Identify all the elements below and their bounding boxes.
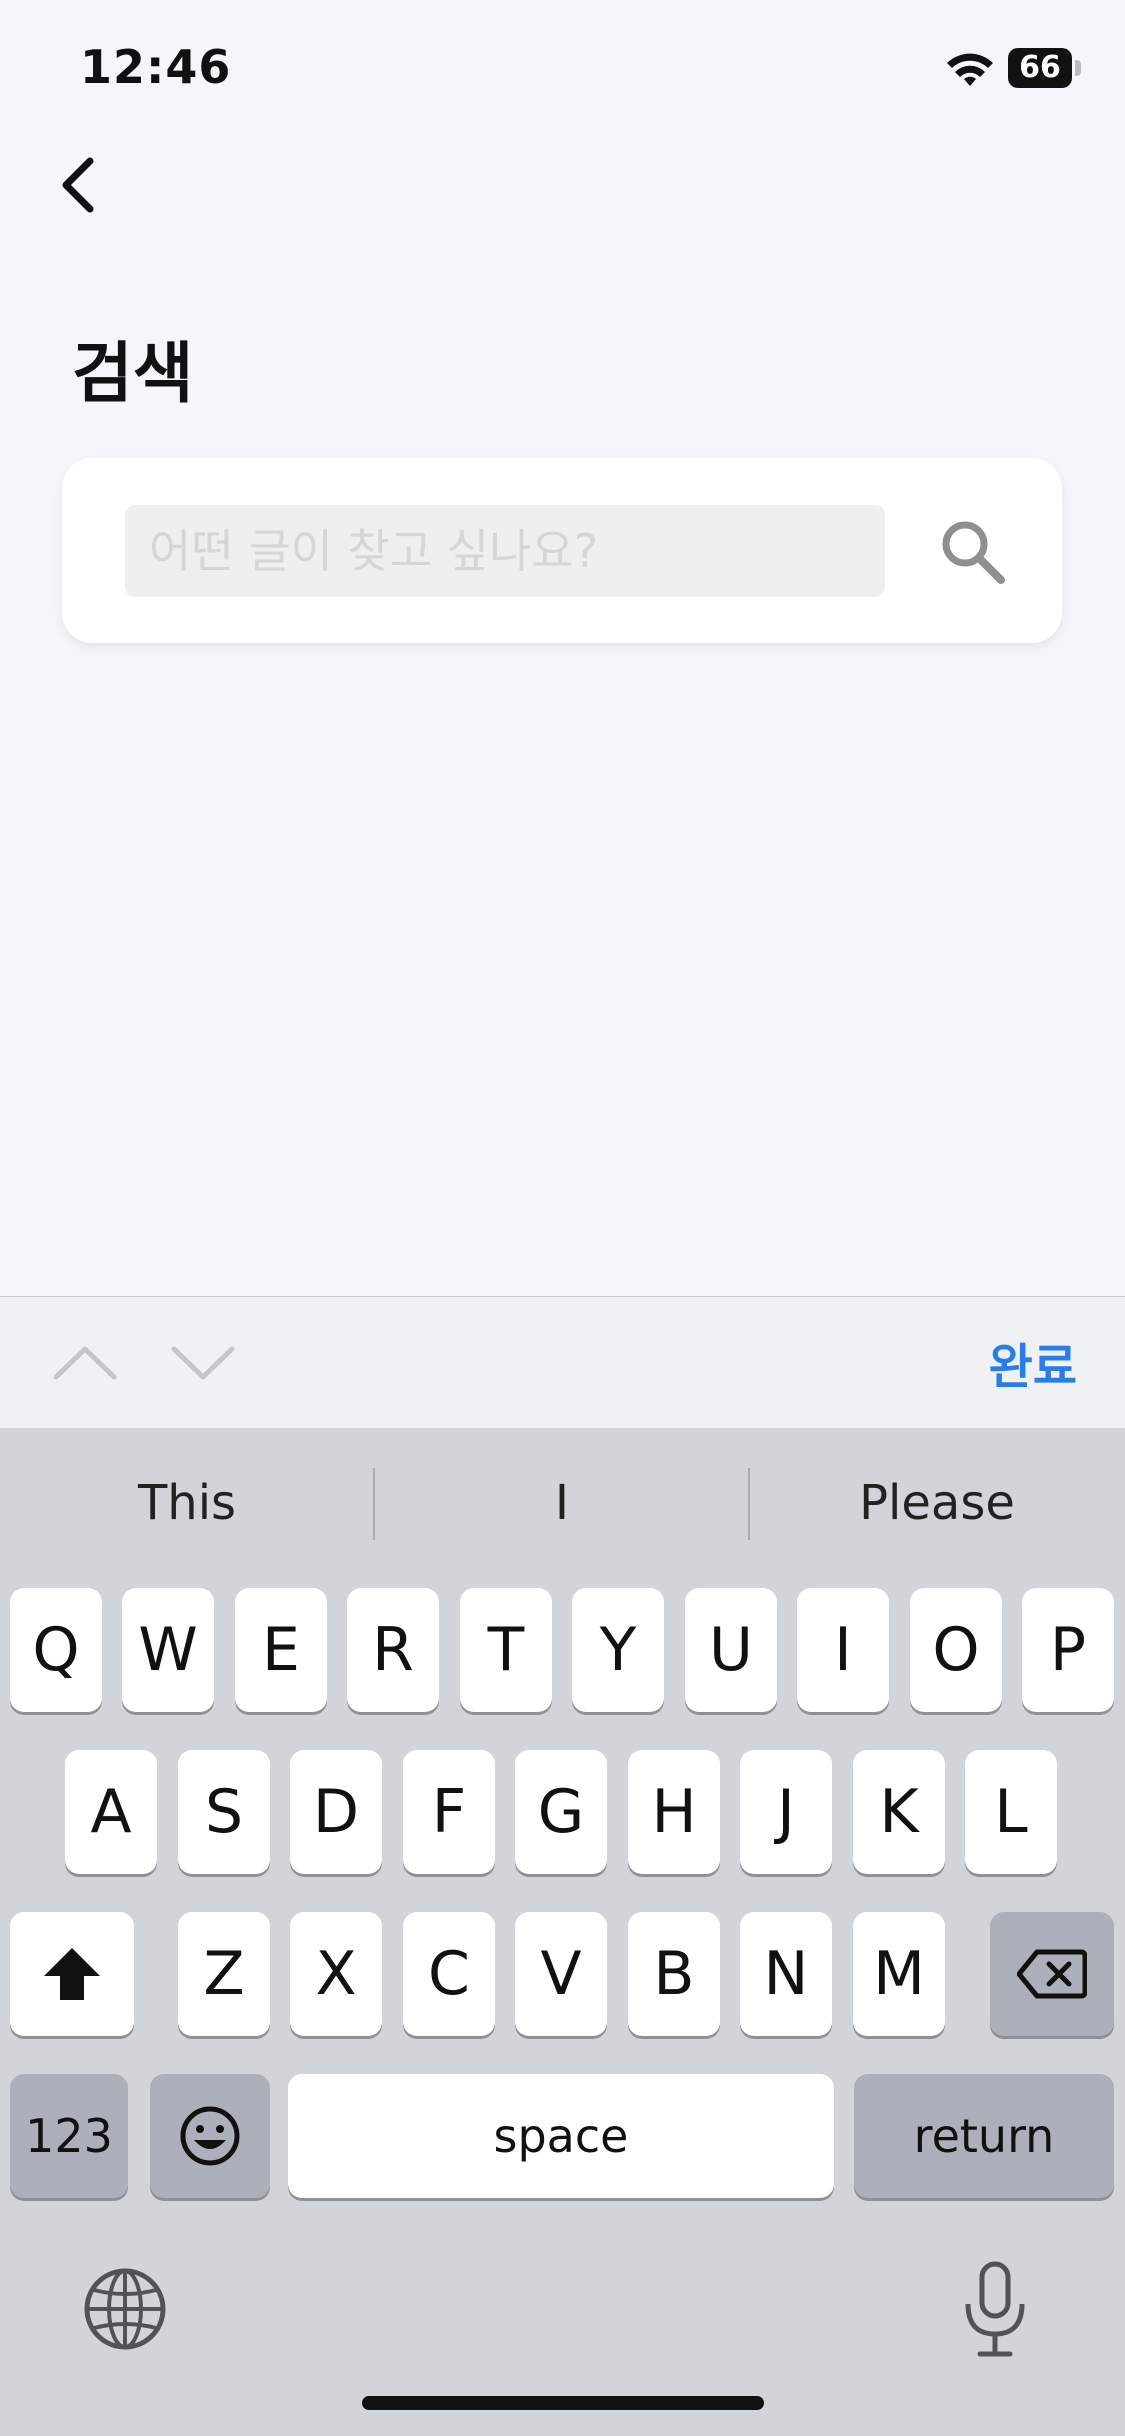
key-i[interactable]: I: [797, 1588, 889, 1712]
battery-tip: [1075, 60, 1081, 76]
key-y[interactable]: Y: [572, 1588, 664, 1712]
key-d[interactable]: D: [290, 1750, 382, 1874]
battery-level: 66: [1019, 50, 1061, 85]
key-h[interactable]: H: [628, 1750, 720, 1874]
keyboard-accessory-bar: 완료: [0, 1296, 1125, 1429]
chevron-down-icon[interactable]: [168, 1337, 238, 1387]
back-button[interactable]: [48, 145, 108, 225]
suggestion-item[interactable]: I: [375, 1428, 749, 1578]
key-t[interactable]: T: [460, 1588, 552, 1712]
key-n[interactable]: N: [740, 1912, 832, 2036]
chevron-left-icon: [62, 157, 94, 213]
key-s[interactable]: S: [178, 1750, 270, 1874]
backspace-key[interactable]: [990, 1912, 1114, 2036]
key-p[interactable]: P: [1022, 1588, 1114, 1712]
key-z[interactable]: Z: [178, 1912, 270, 2036]
home-indicator: [362, 2396, 764, 2410]
suggestion-item[interactable]: This: [0, 1428, 374, 1578]
key-f[interactable]: F: [403, 1750, 495, 1874]
chevron-up-icon[interactable]: [50, 1337, 120, 1387]
search-icon[interactable]: [937, 516, 1009, 588]
status-time: 12:46: [80, 40, 232, 94]
key-v[interactable]: V: [515, 1912, 607, 2036]
globe-icon[interactable]: [82, 2266, 168, 2352]
suggestion-bar: This I Please: [0, 1428, 1125, 1578]
microphone-icon[interactable]: [960, 2260, 1030, 2360]
key-r[interactable]: R: [347, 1588, 439, 1712]
return-key[interactable]: return: [854, 2074, 1114, 2198]
search-card: [62, 458, 1062, 643]
emoji-icon: [180, 2106, 240, 2166]
key-c[interactable]: C: [403, 1912, 495, 2036]
suggestion-item[interactable]: Please: [750, 1428, 1124, 1578]
key-l[interactable]: L: [965, 1750, 1057, 1874]
page-title: 검색: [72, 335, 194, 412]
keyboard: This I Please Q W E R T Y U I O P A S D …: [0, 1428, 1125, 2436]
done-button[interactable]: 완료: [989, 1327, 1077, 1397]
key-k[interactable]: K: [853, 1750, 945, 1874]
key-b[interactable]: B: [628, 1912, 720, 2036]
search-input[interactable]: [125, 505, 885, 597]
numbers-key[interactable]: 123: [10, 2074, 128, 2198]
backspace-icon: [1017, 1949, 1087, 1999]
space-key[interactable]: space: [288, 2074, 834, 2198]
key-a[interactable]: A: [65, 1750, 157, 1874]
key-w[interactable]: W: [122, 1588, 214, 1712]
status-bar: 12:46 66: [0, 0, 1125, 140]
key-u[interactable]: U: [685, 1588, 777, 1712]
wifi-icon: [947, 53, 993, 86]
key-e[interactable]: E: [235, 1588, 327, 1712]
shift-icon: [44, 1948, 100, 2000]
key-j[interactable]: J: [740, 1750, 832, 1874]
battery-icon: 66: [1008, 48, 1072, 88]
emoji-key[interactable]: [150, 2074, 270, 2198]
key-m[interactable]: M: [853, 1912, 945, 2036]
shift-key[interactable]: [10, 1912, 134, 2036]
key-o[interactable]: O: [910, 1588, 1002, 1712]
key-q[interactable]: Q: [10, 1588, 102, 1712]
key-x[interactable]: X: [290, 1912, 382, 2036]
key-g[interactable]: G: [515, 1750, 607, 1874]
